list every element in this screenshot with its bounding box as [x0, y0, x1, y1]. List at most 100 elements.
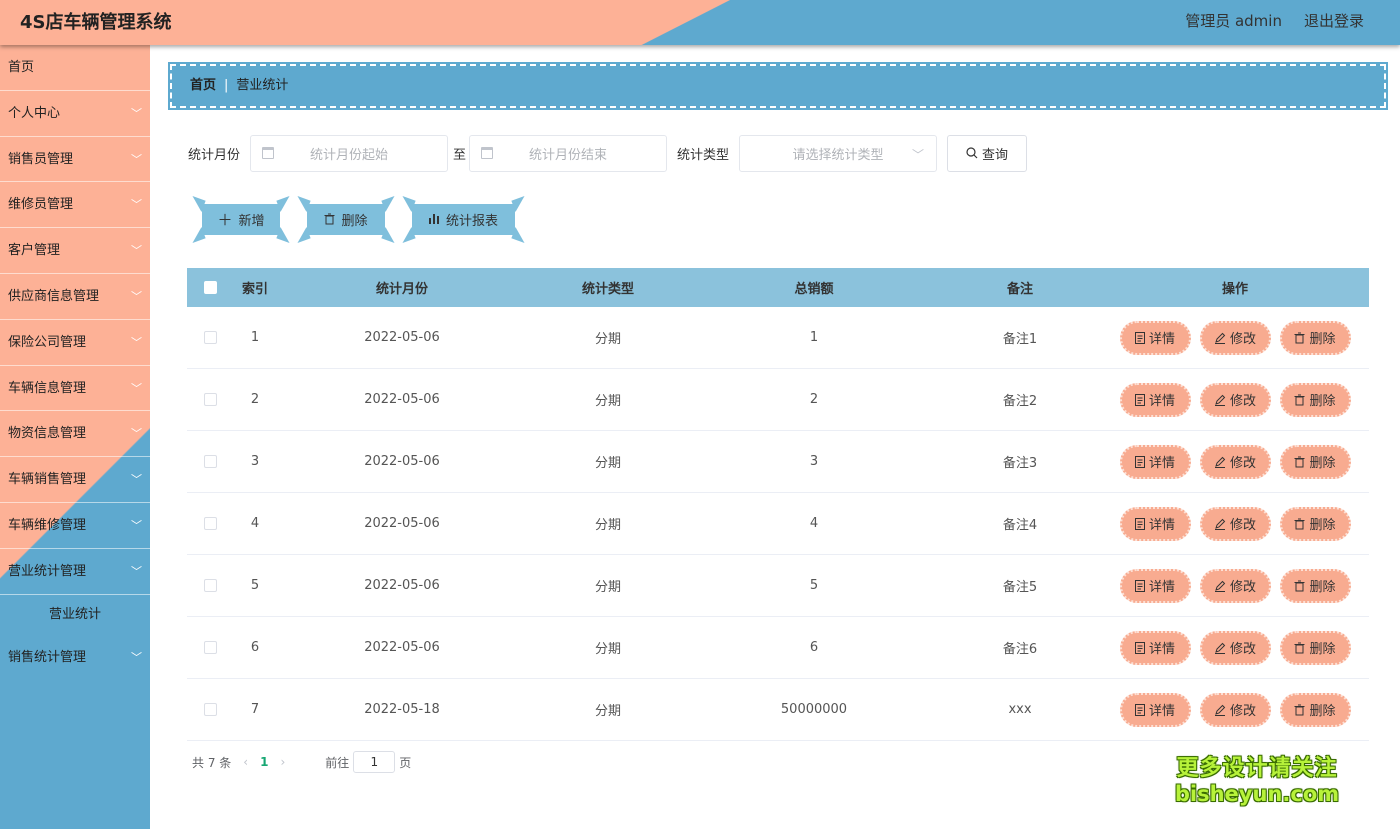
delete-button[interactable]: 删除	[1279, 630, 1351, 665]
detail-label: 详情	[1148, 332, 1175, 347]
report-button[interactable]: 统计报表	[398, 195, 529, 243]
sidebar-item-1[interactable]: 个人中心 ﹀	[0, 91, 150, 137]
edit-icon	[1214, 642, 1226, 654]
sidebar-item-sales-stats[interactable]: 销售统计管理 ﹀	[0, 635, 150, 681]
document-icon	[1134, 331, 1145, 344]
row-actions: 详情 修改 删除	[1101, 630, 1369, 665]
edit-icon	[1214, 394, 1226, 406]
sidebar-item-label: 物资信息管理	[8, 426, 87, 442]
chevron-down-icon: ﹀	[912, 147, 925, 162]
watermark-line1: 更多设计请关注	[1176, 756, 1338, 781]
detail-label: 详情	[1148, 642, 1175, 657]
next-page-icon[interactable]: ›	[280, 755, 285, 769]
page-number-current[interactable]: 1	[260, 755, 268, 769]
cell-total: 1	[809, 330, 819, 345]
delete-button[interactable]: 删除	[1279, 382, 1351, 417]
edit-button[interactable]: 修改	[1199, 692, 1271, 727]
sidebar-subitem-business-stats[interactable]: 营业统计	[0, 594, 150, 635]
edit-label: 修改	[1229, 704, 1256, 719]
detail-button[interactable]: 详情	[1119, 320, 1191, 355]
total-count: 共 7 条	[192, 755, 232, 770]
sidebar-item-0[interactable]: 首页	[0, 45, 150, 91]
chevron-down-icon: ﹀	[131, 650, 142, 664]
delete-label: 删除	[1309, 580, 1336, 595]
type-select[interactable]: 请选择统计类型 ﹀	[739, 134, 938, 172]
month-start-input[interactable]: 统计月份起始	[250, 134, 449, 172]
edit-icon	[1214, 580, 1226, 592]
detail-label: 详情	[1148, 456, 1175, 471]
month-start-placeholder: 统计月份起始	[310, 147, 389, 163]
sidebar-item-8[interactable]: 物资信息管理 ﹀	[0, 411, 150, 458]
sidebar-item-10[interactable]: 车辆维修管理 ﹀	[0, 503, 150, 549]
page-unit-label: 页	[399, 755, 412, 770]
delete-button[interactable]: 删除	[1279, 692, 1351, 727]
row-checkbox[interactable]	[203, 641, 217, 654]
main-content: 首页 | 营业统计 统计月份 统计月份起始 至 统计月份结束 统计类型 请选择统计类…	[150, 45, 1400, 829]
sidebar-item-7[interactable]: 车辆信息管理 ﹀	[0, 366, 150, 412]
detail-button[interactable]: 详情	[1119, 568, 1191, 603]
type-select-placeholder: 请选择统计类型	[792, 147, 884, 163]
sidebar-item-9[interactable]: 车辆销售管理 ﹀	[0, 457, 150, 503]
sidebar-item-11[interactable]: 营业统计管理 ﹀	[0, 549, 150, 595]
sidebar-item-4[interactable]: 客户管理 ﹀	[0, 228, 150, 274]
cell-index: 1	[250, 330, 260, 345]
table-row: 1 2022-05-06 分期 1 备注1 详情 修改 删除	[187, 307, 1369, 369]
edit-button[interactable]: 修改	[1199, 568, 1271, 603]
row-checkbox[interactable]	[203, 393, 217, 406]
cell-type: 分期	[594, 518, 621, 533]
delete-button[interactable]: 删除	[1279, 506, 1351, 541]
delete-button[interactable]: 删除	[1279, 320, 1351, 355]
add-button[interactable]: ＋ 新增	[188, 195, 294, 243]
user-name[interactable]: 管理员 admin	[1185, 10, 1282, 31]
breadcrumb-home[interactable]: 首页	[190, 78, 216, 93]
edit-button[interactable]: 修改	[1199, 506, 1271, 541]
cell-type: 分期	[594, 642, 621, 657]
edit-button[interactable]: 修改	[1199, 630, 1271, 665]
sidebar-menu: 首页 个人中心 ﹀ 销售员管理 ﹀ 维修员管理 ﹀ 客户管理 ﹀ 供应商信息管理 ﹀ 保险公司管理 ﹀ 车…	[0, 45, 150, 595]
plus-icon: ＋	[217, 210, 233, 229]
detail-button[interactable]: 详情	[1119, 630, 1191, 665]
sidebar-item-6[interactable]: 保险公司管理 ﹀	[0, 320, 150, 366]
detail-label: 详情	[1148, 518, 1175, 533]
cell-month: 2022-05-06	[364, 578, 440, 593]
row-checkbox[interactable]	[203, 703, 217, 716]
month-end-input[interactable]: 统计月份结束	[469, 134, 668, 172]
edit-button[interactable]: 修改	[1199, 444, 1271, 479]
row-checkbox[interactable]	[203, 331, 217, 344]
detail-button[interactable]: 详情	[1119, 382, 1191, 417]
chevron-down-icon: ﹀	[131, 473, 142, 487]
chevron-down-icon: ﹀	[131, 106, 142, 120]
sidebar-item-label: 维修员管理	[8, 197, 74, 213]
table-row: 2 2022-05-06 分期 2 备注2 详情 修改 删除	[187, 369, 1369, 431]
row-checkbox[interactable]	[203, 455, 217, 468]
chevron-down-icon: ﹀	[131, 335, 142, 349]
edit-button[interactable]: 修改	[1199, 320, 1271, 355]
row-actions: 详情 修改 删除	[1101, 568, 1369, 603]
cell-total: 4	[809, 516, 819, 531]
delete-button[interactable]: 删除	[1279, 444, 1351, 479]
sidebar-item-label: 供应商信息管理	[8, 288, 100, 304]
row-actions: 详情 修改 删除	[1101, 382, 1369, 417]
cell-index: 3	[250, 454, 260, 469]
row-checkbox[interactable]	[203, 579, 217, 592]
sidebar-item-2[interactable]: 销售员管理 ﹀	[0, 137, 150, 183]
sidebar-item-5[interactable]: 供应商信息管理 ﹀	[0, 274, 150, 320]
row-checkbox[interactable]	[203, 517, 217, 530]
goto-page-input[interactable]: 1	[353, 751, 396, 773]
logout-link[interactable]: 退出登录	[1304, 10, 1364, 31]
delete-button[interactable]: 删除	[1279, 568, 1351, 603]
query-button[interactable]: 查询	[947, 134, 1028, 172]
cell-note: 备注3	[1002, 456, 1038, 471]
sidebar-item-3[interactable]: 维修员管理 ﹀	[0, 182, 150, 229]
detail-button[interactable]: 详情	[1119, 506, 1191, 541]
batch-delete-button[interactable]: 删除	[293, 195, 399, 243]
calendar-icon	[481, 146, 494, 159]
prev-page-icon[interactable]: ‹	[243, 755, 248, 769]
select-all-checkbox[interactable]	[203, 281, 217, 294]
col-index: 索引	[241, 282, 268, 297]
cell-index: 7	[250, 702, 260, 717]
detail-button[interactable]: 详情	[1119, 692, 1191, 727]
sidebar: 首页 个人中心 ﹀ 销售员管理 ﹀ 维修员管理 ﹀ 客户管理 ﹀ 供应商信息管理 ﹀ 保险公司管理 ﹀ 车…	[0, 45, 150, 829]
detail-button[interactable]: 详情	[1119, 444, 1191, 479]
edit-button[interactable]: 修改	[1199, 382, 1271, 417]
